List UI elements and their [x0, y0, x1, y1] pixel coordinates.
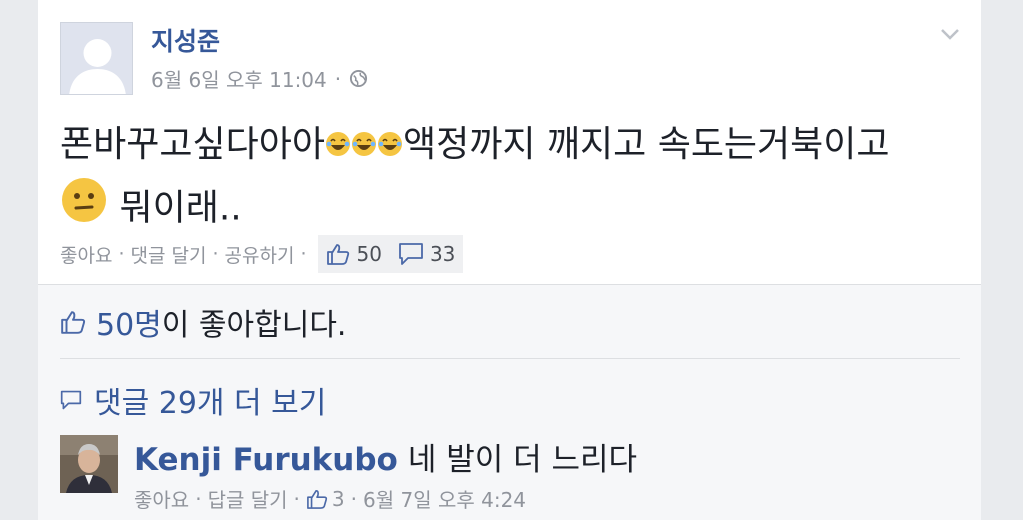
- post-options-chevron[interactable]: [938, 22, 962, 50]
- laughing-tears-emoji-icon: [351, 116, 377, 176]
- laughing-tears-emoji-icon: [325, 116, 351, 176]
- action-separator: ·: [350, 486, 357, 511]
- commenter-photo: [60, 435, 118, 493]
- comment-link[interactable]: 댓글 달기: [131, 241, 207, 268]
- thumbs-up-icon: [61, 311, 86, 334]
- post-meta: 6월 6일 오후 11:04 ·: [151, 64, 368, 93]
- action-separator: ·: [212, 243, 219, 265]
- like-link[interactable]: 좋아요: [60, 241, 112, 268]
- comment-bubble-icon: [399, 243, 423, 265]
- post-text-part3: 뭐이래..: [119, 187, 242, 229]
- post-author-name[interactable]: 지성준: [151, 22, 220, 58]
- commenter-avatar[interactable]: [60, 435, 118, 493]
- thumbs-up-icon: [327, 244, 350, 265]
- comment-body: Kenji Furukubo 네 발이 더 느리다: [134, 434, 637, 479]
- comment-text: 네 발이 더 느리다: [407, 442, 638, 478]
- share-link[interactable]: 공유하기: [225, 241, 295, 268]
- action-separator: ·: [293, 486, 300, 511]
- meta-separator: ·: [334, 66, 342, 91]
- like-count: 50: [356, 242, 382, 266]
- author-avatar[interactable]: [60, 22, 133, 95]
- post-body: 폰바꾸고싶다아아 액정까지 깨지고 속도는거북이고 뭐이래..: [60, 115, 960, 243]
- divider: [60, 358, 960, 359]
- reaction-counts[interactable]: 50 33: [318, 235, 464, 273]
- comment-timestamp[interactable]: 6월 7일 오후 4:24: [363, 484, 526, 513]
- likes-summary[interactable]: 50명이 좋아합니다.: [60, 300, 346, 344]
- likes-suffix: 이 좋아합니다.: [161, 308, 347, 343]
- commenter-name[interactable]: Kenji Furukubo: [134, 442, 398, 478]
- action-separator: ·: [118, 243, 125, 265]
- comment-reply-link[interactable]: 답글 달기: [208, 484, 288, 513]
- thumbs-up-icon: [306, 489, 328, 509]
- action-separator: ·: [195, 486, 202, 511]
- post-actions-bar: 좋아요 · 댓글 달기 · 공유하기 · 50 33: [60, 235, 464, 273]
- comment-actions-bar: 좋아요 · 답글 달기 · 3 · 6월 7일 오후 4:24: [134, 484, 526, 513]
- comment-like-link[interactable]: 좋아요: [134, 484, 189, 513]
- post-text-part1: 폰바꾸고싶다아아: [60, 124, 325, 165]
- chevron-down-icon: [941, 29, 959, 40]
- comment-like-count[interactable]: 3: [332, 487, 345, 511]
- view-more-label: 댓글 29개 더 보기: [94, 386, 327, 421]
- laughing-tears-emoji-icon: [377, 116, 403, 176]
- comment-count: 33: [429, 242, 456, 266]
- confused-smile-emoji-icon: [60, 176, 108, 243]
- action-separator: ·: [300, 243, 307, 265]
- comment-bubble-icon: [60, 390, 82, 410]
- post-timestamp[interactable]: 6월 6일 오후 11:04: [151, 64, 327, 93]
- default-avatar-icon: [61, 23, 132, 94]
- likes-count-link[interactable]: 50명: [96, 308, 162, 343]
- post-text-part2: 액정까지 깨지고 속도는거북이고: [402, 124, 890, 165]
- view-more-comments[interactable]: 댓글 29개 더 보기: [60, 378, 326, 422]
- globe-icon: [350, 69, 368, 88]
